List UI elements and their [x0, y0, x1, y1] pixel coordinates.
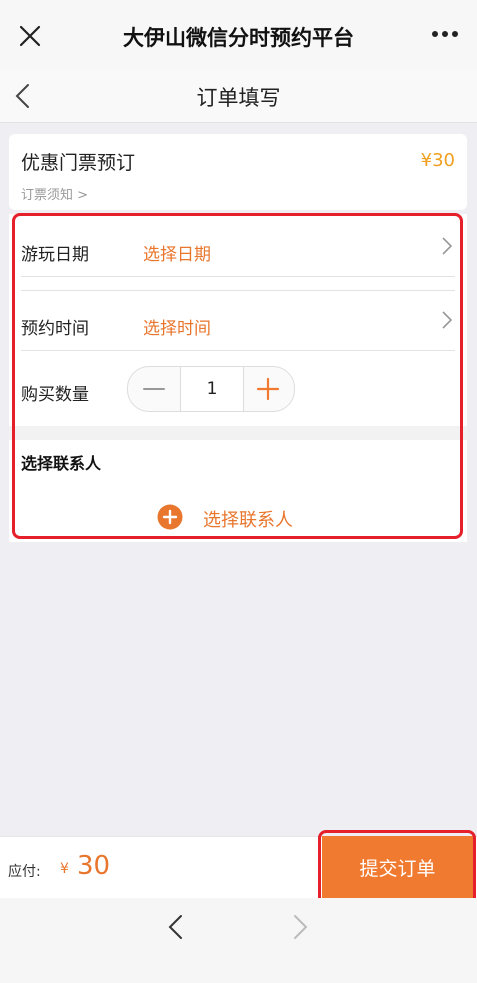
more-icon[interactable] [431, 30, 459, 38]
submit-highlight-box [318, 830, 476, 907]
app-title: 大伊山微信分时预约平台 [123, 26, 354, 50]
forward-arrow-icon[interactable] [290, 914, 310, 940]
browser-nav-bar [0, 898, 477, 983]
ticket-card: 优惠门票预订 ¥30 订票须知 > [9, 134, 467, 210]
currency-symbol: ¥ [60, 861, 69, 877]
ticket-notice-link[interactable]: 订票须知 > [21, 184, 88, 203]
page-nav-bar: 订单填写 [0, 70, 477, 123]
page-title: 订单填写 [196, 86, 281, 110]
wechat-title-bar: 大伊山微信分时预约平台 [0, 0, 477, 70]
back-arrow-icon[interactable] [166, 914, 186, 940]
pay-amount: 30 [77, 851, 111, 881]
form-highlight-box [12, 213, 463, 539]
ticket-name: 优惠门票预订 [21, 152, 136, 174]
ticket-price: ¥30 [420, 150, 455, 171]
pay-label: 应付: [8, 864, 41, 880]
